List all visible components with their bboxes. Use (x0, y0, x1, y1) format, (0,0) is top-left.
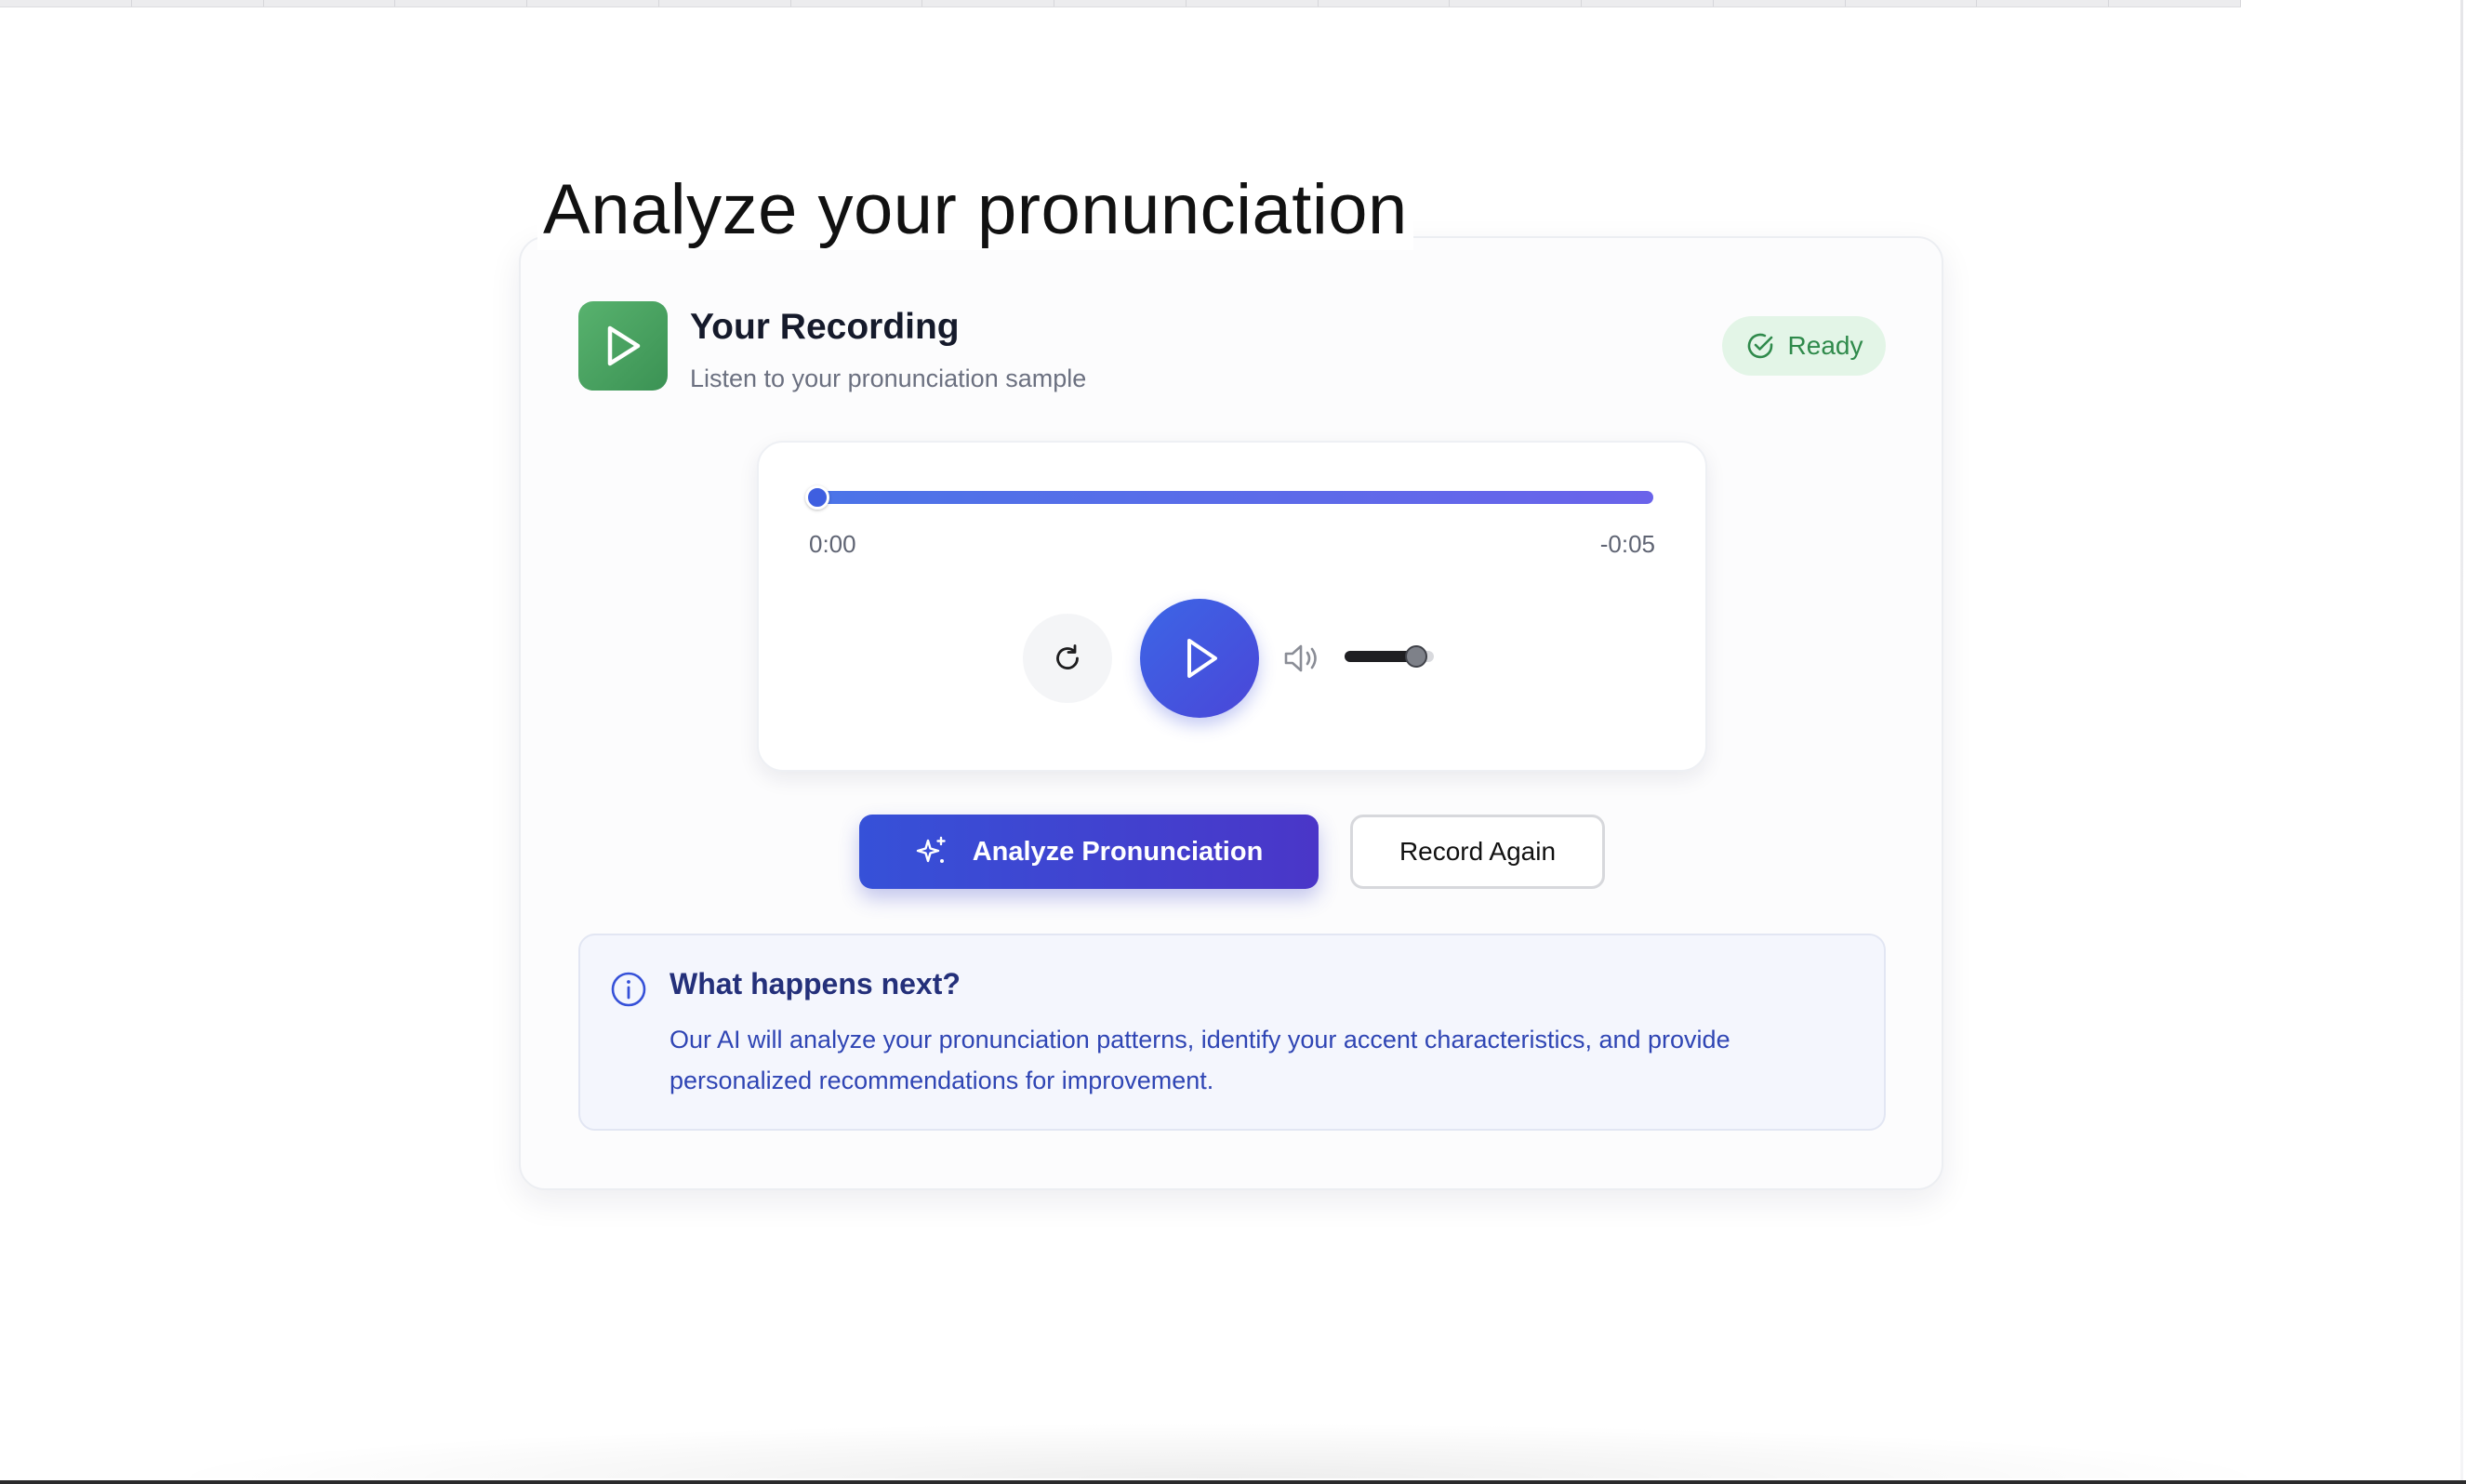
record-again-label: Record Again (1399, 837, 1557, 866)
play-icon (578, 301, 668, 391)
analyze-pronunciation-button[interactable]: Analyze Pronunciation (859, 815, 1319, 889)
info-icon (611, 972, 646, 1007)
restart-icon (1056, 644, 1079, 669)
volume-icon[interactable] (1283, 642, 1322, 675)
status-badge: Ready (1722, 316, 1886, 376)
volume-handle[interactable] (1404, 645, 1427, 668)
recording-card: Your Recording Listen to your pronunciat… (519, 236, 1943, 1190)
info-box: What happens next? Our AI will analyze y… (578, 934, 1886, 1131)
info-title: What happens next? (670, 967, 961, 1000)
recording-title: Your Recording (690, 307, 960, 347)
current-time: 0:00 (809, 530, 856, 558)
top-ruler-strip (0, 0, 2242, 7)
info-text: Our AI will analyze your pronunciation p… (670, 1026, 1730, 1094)
audio-player: 0:00 -0:05 (757, 441, 1707, 772)
bottom-edge (0, 1480, 2466, 1484)
bottom-shadow (149, 1423, 2287, 1478)
restart-button[interactable] (1023, 614, 1112, 703)
sparkles-icon (916, 836, 946, 863)
record-again-button[interactable]: Record Again (1350, 815, 1605, 889)
recording-subtitle: Listen to your pronunciation sample (690, 364, 1087, 392)
progress-bar[interactable] (805, 485, 1653, 510)
volume-slider[interactable] (1345, 645, 1434, 668)
status-label: Ready (1787, 331, 1863, 360)
page-title: Analyze your pronunciation (537, 169, 1413, 250)
play-icon (1187, 639, 1217, 678)
play-button[interactable] (1140, 599, 1259, 718)
recording-header: Your Recording Listen to your pronunciat… (578, 301, 1886, 392)
check-circle-icon (1747, 333, 1772, 359)
window-edge (2460, 0, 2463, 1484)
analyze-button-label: Analyze Pronunciation (972, 836, 1264, 867)
remaining-time: -0:05 (1599, 530, 1655, 558)
progress-handle[interactable] (805, 485, 829, 510)
